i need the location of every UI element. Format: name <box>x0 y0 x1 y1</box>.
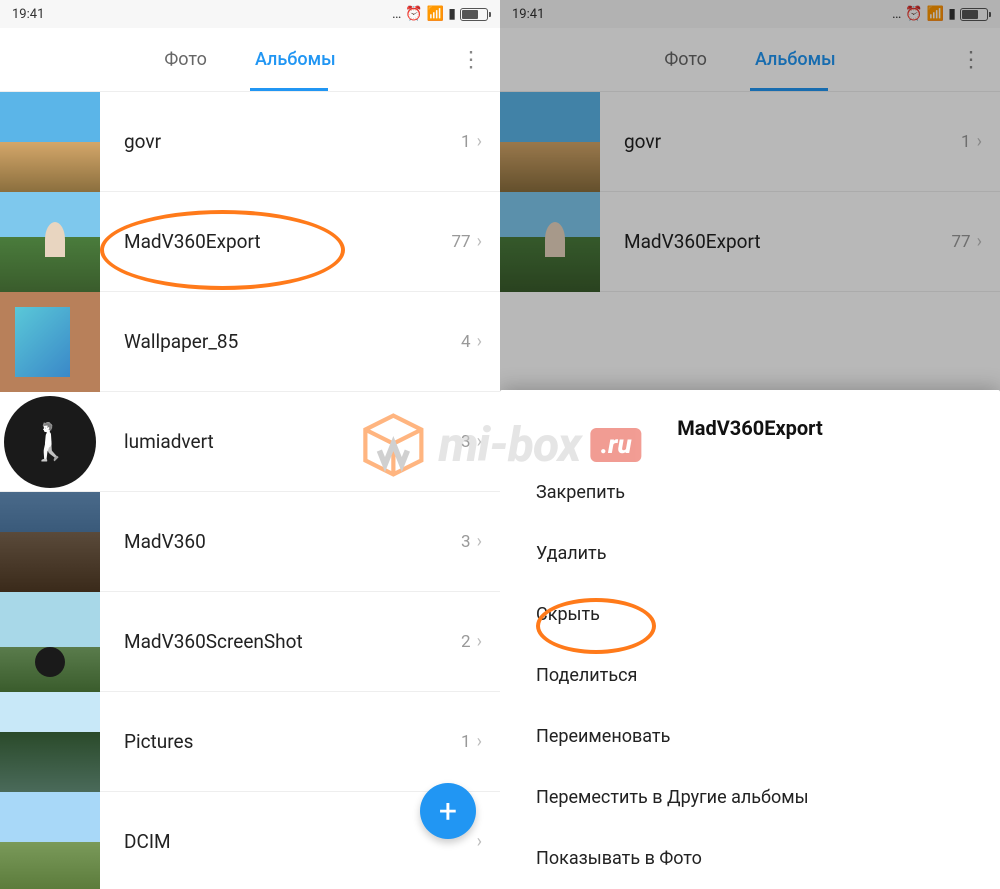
chevron-right-icon: › <box>477 631 482 652</box>
album-row[interactable]: MadV360ScreenShot2 › <box>0 592 500 692</box>
alarm-icon: ⏰ <box>405 6 422 22</box>
context-menu-item[interactable]: Переместить в Другие альбомы <box>500 767 1000 828</box>
dots-icon: … <box>392 6 401 22</box>
context-menu-item[interactable]: Закрепить <box>500 462 1000 523</box>
chevron-right-icon: › <box>477 431 482 452</box>
tab-albums[interactable]: Альбомы <box>251 41 340 78</box>
phone-screenshot-left: 19:41 … ⏰ 📶 ▮ Фото Альбомы ⋮ govr1›MadV3… <box>0 0 500 889</box>
album-name: MadV360Export <box>100 230 451 253</box>
album-thumbnail <box>0 592 100 692</box>
album-thumbnail <box>4 396 96 488</box>
tabs-bar: Фото Альбомы ⋮ <box>0 28 500 92</box>
chevron-right-icon: › <box>477 531 482 552</box>
album-name: govr <box>100 130 461 153</box>
status-time: 19:41 <box>12 7 44 22</box>
context-menu-item[interactable]: Поделиться <box>500 645 1000 706</box>
chevron-right-icon: › <box>477 731 482 752</box>
album-thumbnail <box>0 192 100 292</box>
album-count: 2 <box>461 632 471 652</box>
context-menu-item[interactable]: Переименовать <box>500 706 1000 767</box>
album-name: MadV360ScreenShot <box>100 630 461 653</box>
album-name: MadV360 <box>100 530 461 553</box>
album-row[interactable]: Wallpaper_854 › <box>0 292 500 392</box>
album-list[interactable]: govr1›MadV360Export77›Wallpaper_854›lumi… <box>0 92 500 889</box>
album-count: 3 <box>461 532 471 552</box>
album-thumbnail <box>0 492 100 592</box>
album-row[interactable]: MadV360Export77 › <box>0 192 500 292</box>
album-name: Pictures <box>100 730 461 753</box>
more-icon[interactable]: ⋮ <box>460 47 482 72</box>
context-menu-item[interactable]: Скрыть <box>500 584 1000 645</box>
add-album-button[interactable]: + <box>420 783 476 839</box>
battery-icon <box>460 8 488 21</box>
album-name: DCIM <box>100 830 471 853</box>
album-row[interactable]: Pictures1 › <box>0 692 500 792</box>
album-row[interactable]: MadV3603 › <box>0 492 500 592</box>
signal-icon: ▮ <box>448 6 456 22</box>
album-count: 3 <box>461 432 471 452</box>
status-bar: 19:41 … ⏰ 📶 ▮ <box>0 0 500 28</box>
tab-photo[interactable]: Фото <box>160 41 211 78</box>
album-thumbnail <box>0 92 100 192</box>
album-name: lumiadvert <box>100 430 461 453</box>
chevron-right-icon: › <box>477 231 482 252</box>
context-menu-title: MadV360Export <box>500 390 1000 462</box>
phone-screenshot-right: 19:41 … ⏰ 📶 ▮ Фото Альбомы ⋮ govr1›MadV3… <box>500 0 1000 889</box>
context-menu-item[interactable]: Показывать в Фото <box>500 828 1000 889</box>
album-thumbnail <box>0 792 100 889</box>
album-count: 1 <box>461 732 471 752</box>
album-count: 77 <box>451 232 470 252</box>
album-thumbnail <box>0 692 100 792</box>
album-row[interactable]: govr1 › <box>0 92 500 192</box>
album-count: 1 <box>461 132 471 152</box>
context-menu: MadV360Export ЗакрепитьУдалитьСкрытьПоде… <box>500 390 1000 889</box>
tab-indicator <box>250 88 328 91</box>
context-menu-item[interactable]: Удалить <box>500 523 1000 584</box>
wifi-icon: 📶 <box>427 6 444 22</box>
chevron-right-icon: › <box>477 331 482 352</box>
album-count: 4 <box>461 332 471 352</box>
chevron-right-icon: › <box>477 831 482 852</box>
status-icons: … ⏰ 📶 ▮ <box>392 6 488 22</box>
album-row[interactable]: lumiadvert3 › <box>0 392 500 492</box>
chevron-right-icon: › <box>477 131 482 152</box>
album-thumbnail <box>0 292 100 392</box>
album-name: Wallpaper_85 <box>100 330 461 353</box>
